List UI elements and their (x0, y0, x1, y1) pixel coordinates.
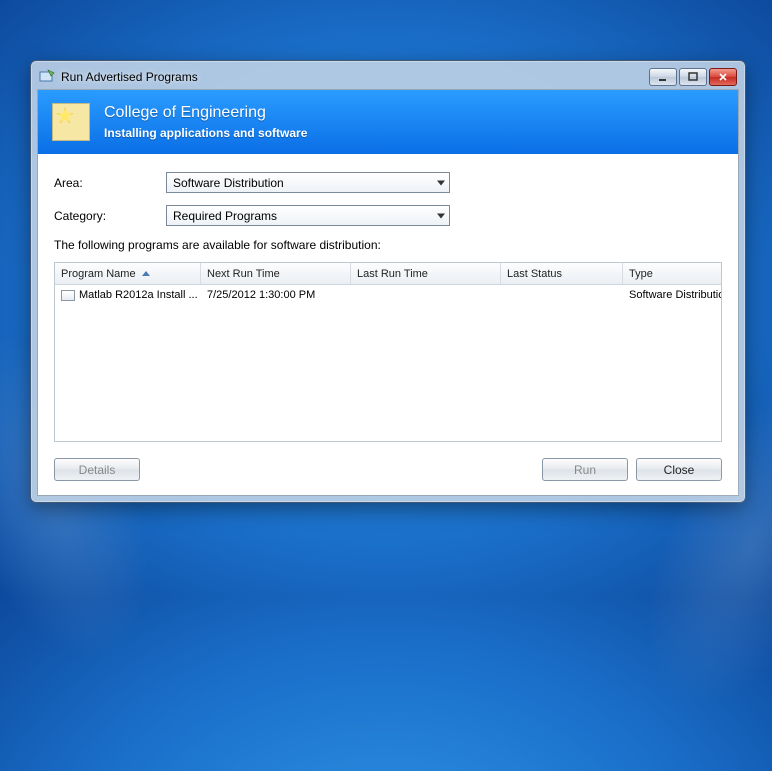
banner: College of Engineering Installing applic… (38, 90, 738, 154)
category-row: Category: Required Programs (54, 205, 722, 226)
cell-name-text: Matlab R2012a Install ... (79, 289, 198, 301)
hint-text: The following programs are available for… (54, 238, 722, 252)
cell-name: Matlab R2012a Install ... (55, 289, 201, 301)
minimize-button[interactable] (649, 68, 677, 86)
column-last-status[interactable]: Last Status (501, 263, 623, 284)
programs-listview[interactable]: Program Name Next Run Time Last Run Time… (54, 262, 722, 442)
area-label: Area: (54, 176, 166, 190)
category-value: Required Programs (173, 209, 277, 223)
banner-icon (52, 103, 90, 141)
app-icon (39, 69, 55, 85)
titlebar[interactable]: Run Advertised Programs (37, 67, 739, 89)
close-button[interactable]: Close (636, 458, 722, 481)
cell-next: 7/25/2012 1:30:00 PM (201, 289, 351, 301)
column-next-run[interactable]: Next Run Time (201, 263, 351, 284)
column-last-run[interactable]: Last Run Time (351, 263, 501, 284)
maximize-button[interactable] (679, 68, 707, 86)
category-label: Category: (54, 209, 166, 223)
column-program-name[interactable]: Program Name (55, 263, 201, 284)
area-select[interactable]: Software Distribution (166, 172, 450, 193)
body: Area: Software Distribution Category: Re… (38, 154, 738, 495)
button-row: Details Run Close (54, 458, 722, 481)
program-icon (61, 290, 75, 301)
window-controls (649, 68, 737, 86)
banner-heading: College of Engineering (104, 104, 307, 122)
area-value: Software Distribution (173, 176, 284, 190)
run-button[interactable]: Run (542, 458, 628, 481)
table-row[interactable]: Matlab R2012a Install ... 7/25/2012 1:30… (55, 285, 721, 305)
banner-sub: Installing applications and software (104, 126, 307, 140)
client-area: College of Engineering Installing applic… (37, 89, 739, 496)
close-window-button[interactable] (709, 68, 737, 86)
details-button[interactable]: Details (54, 458, 140, 481)
listview-header: Program Name Next Run Time Last Run Time… (55, 263, 721, 285)
spacer (148, 458, 534, 481)
category-select[interactable]: Required Programs (166, 205, 450, 226)
window: Run Advertised Programs College of Engin… (30, 60, 746, 503)
area-row: Area: Software Distribution (54, 172, 722, 193)
banner-text: College of Engineering Installing applic… (104, 104, 307, 140)
window-title: Run Advertised Programs (61, 70, 649, 84)
column-type[interactable]: Type (623, 263, 721, 284)
cell-type: Software Distribution (623, 289, 721, 301)
